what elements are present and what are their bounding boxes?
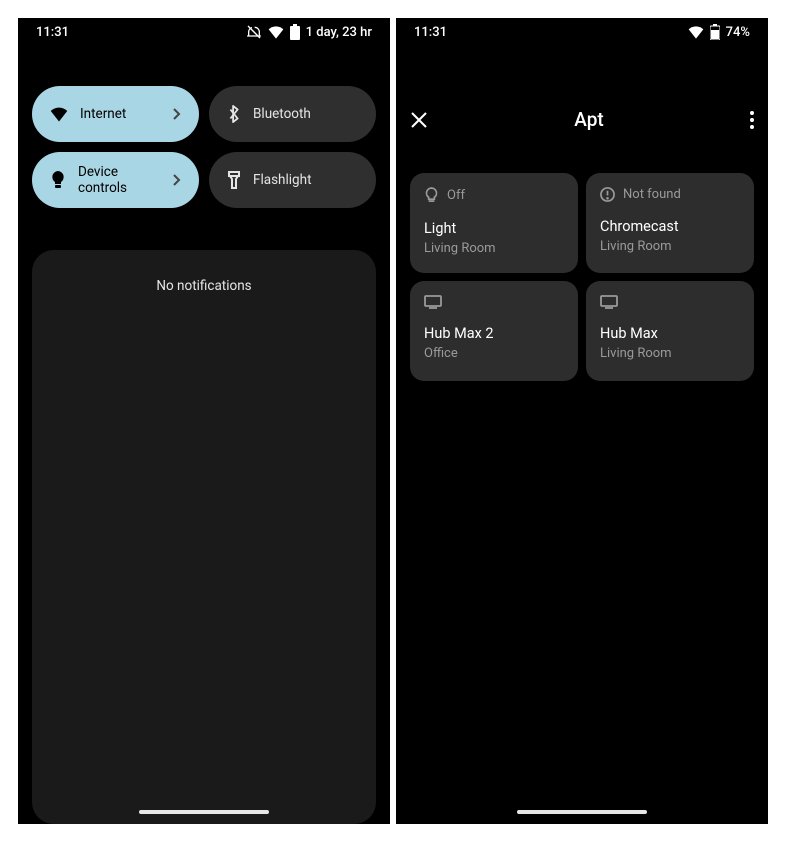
- device-room: Living Room: [600, 346, 740, 361]
- device-name: Chromecast: [600, 218, 740, 235]
- bulb-icon: [50, 171, 66, 189]
- apt-title: Apt: [574, 108, 603, 131]
- phone-device-controls: 11:31 74% Apt: [396, 18, 768, 824]
- wifi-status-icon: [268, 25, 284, 39]
- no-notifications-text: No notifications: [156, 278, 251, 294]
- bulb-outline-icon: [424, 187, 439, 204]
- device-status: Off: [447, 188, 465, 203]
- device-room: Office: [424, 346, 564, 361]
- screen-icon: [424, 295, 442, 309]
- status-bar: 11:31 1 day, 23 hr: [18, 18, 390, 46]
- qs-tile-label: Device controls: [78, 164, 161, 196]
- home-indicator[interactable]: [517, 810, 647, 814]
- device-card-chromecast[interactable]: Not found Chromecast Living Room: [586, 173, 754, 273]
- wifi-status-icon: [688, 25, 704, 39]
- device-name: Hub Max: [600, 325, 740, 342]
- chevron-right-icon: [173, 174, 181, 186]
- device-card-light[interactable]: Off Light Living Room: [410, 173, 578, 273]
- close-icon[interactable]: [410, 111, 428, 129]
- alert-icon: [600, 187, 615, 202]
- battery-icon: [710, 24, 720, 40]
- qs-tile-label: Internet: [80, 106, 161, 122]
- qs-tile-label: Flashlight: [253, 172, 358, 188]
- status-time: 11:31: [414, 25, 447, 40]
- device-card-hub-max[interactable]: Hub Max Living Room: [586, 281, 754, 381]
- qs-tile-flashlight[interactable]: Flashlight: [209, 152, 376, 208]
- bluetooth-icon: [227, 105, 241, 123]
- status-time: 11:31: [36, 25, 69, 40]
- qs-tile-label: Bluetooth: [253, 106, 358, 122]
- qs-tile-bluetooth[interactable]: Bluetooth: [209, 86, 376, 142]
- status-battery-text: 74%: [726, 25, 750, 40]
- battery-icon: [290, 24, 300, 40]
- status-bar: 11:31 74%: [396, 18, 768, 46]
- chevron-right-icon: [173, 108, 181, 120]
- device-name: Light: [424, 220, 564, 237]
- device-card-hub-max-2[interactable]: Hub Max 2 Office: [410, 281, 578, 381]
- device-name: Hub Max 2: [424, 325, 564, 342]
- notifications-panel[interactable]: No notifications: [32, 250, 376, 824]
- screen-icon: [600, 295, 618, 309]
- device-status: Not found: [623, 187, 681, 202]
- phone-quick-settings: 11:31 1 day, 23 hr Internet: [18, 18, 390, 824]
- device-room: Living Room: [600, 239, 740, 254]
- dnd-icon: [246, 24, 262, 40]
- device-room: Living Room: [424, 241, 564, 256]
- qs-tile-internet[interactable]: Internet: [32, 86, 199, 142]
- home-indicator[interactable]: [139, 810, 269, 814]
- status-battery-text: 1 day, 23 hr: [306, 25, 372, 40]
- qs-tile-device-controls[interactable]: Device controls: [32, 152, 199, 208]
- flashlight-icon: [227, 171, 241, 189]
- more-icon[interactable]: [750, 111, 754, 129]
- wifi-icon: [50, 106, 68, 122]
